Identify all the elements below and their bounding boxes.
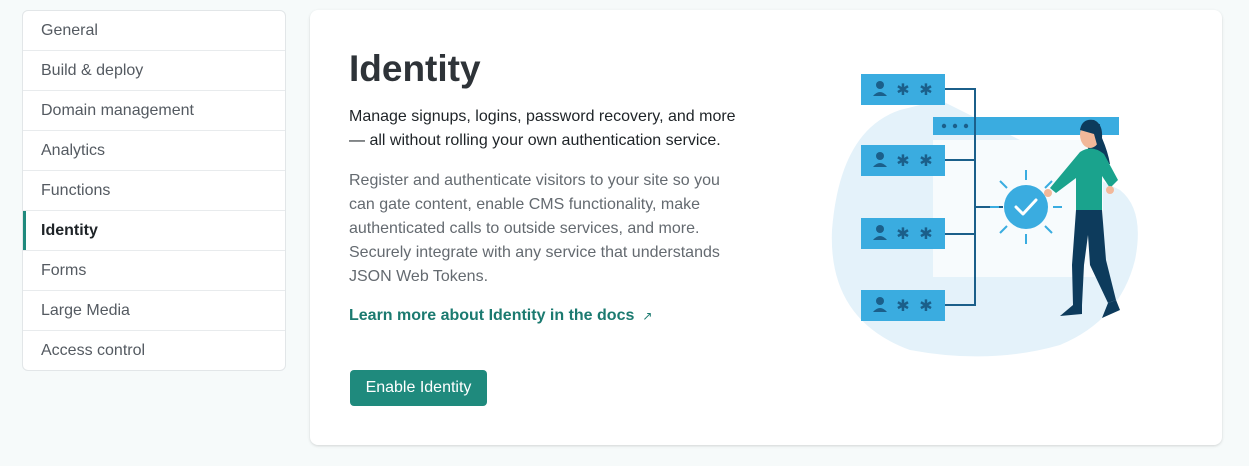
svg-text:✱: ✱ — [896, 226, 909, 243]
settings-sidebar: General Build & deploy Domain management… — [22, 10, 286, 371]
identity-card: Identity Manage signups, logins, passwor… — [310, 10, 1222, 445]
sidebar-item-domain-management[interactable]: Domain management — [23, 91, 285, 131]
svg-text:✱: ✱ — [896, 298, 909, 315]
svg-text:✱: ✱ — [896, 82, 909, 99]
svg-text:✱: ✱ — [919, 153, 932, 170]
sidebar-item-functions[interactable]: Functions — [23, 171, 285, 211]
sidebar-item-general[interactable]: General — [23, 11, 285, 51]
sidebar-item-large-media[interactable]: Large Media — [23, 291, 285, 331]
svg-text:✱: ✱ — [919, 298, 932, 315]
user-row-1: ✱ ✱ — [861, 74, 945, 105]
svg-text:✱: ✱ — [919, 226, 932, 243]
identity-illustration: ✱ ✱ ✱ ✱ ✱ ✱ ✱ ✱ — [831, 74, 1138, 357]
svg-text:✱: ✱ — [896, 153, 909, 170]
user-row-4: ✱ ✱ — [861, 290, 945, 321]
sidebar-item-access-control[interactable]: Access control — [23, 331, 285, 370]
user-row-3: ✱ ✱ — [861, 218, 945, 249]
description-text: Register and authenticate visitors to yo… — [349, 172, 720, 285]
user-row-2: ✱ ✱ — [861, 145, 945, 176]
svg-text:✱: ✱ — [919, 82, 932, 99]
lead-text: Manage signups, logins, password recover… — [349, 108, 736, 149]
external-arrow-icon: ↗ — [642, 309, 653, 323]
sidebar-item-forms[interactable]: Forms — [23, 251, 285, 291]
sidebar-item-identity[interactable]: Identity — [23, 211, 285, 251]
docs-link[interactable]: Learn more about Identity in the docs ↗ — [349, 307, 652, 325]
sidebar-item-analytics[interactable]: Analytics — [23, 131, 285, 171]
page-title: Identity — [349, 48, 481, 89]
docs-link-label: Learn more about Identity in the docs — [349, 307, 635, 324]
enable-identity-button[interactable]: Enable Identity — [350, 370, 487, 406]
sidebar-item-build-deploy[interactable]: Build & deploy — [23, 51, 285, 91]
